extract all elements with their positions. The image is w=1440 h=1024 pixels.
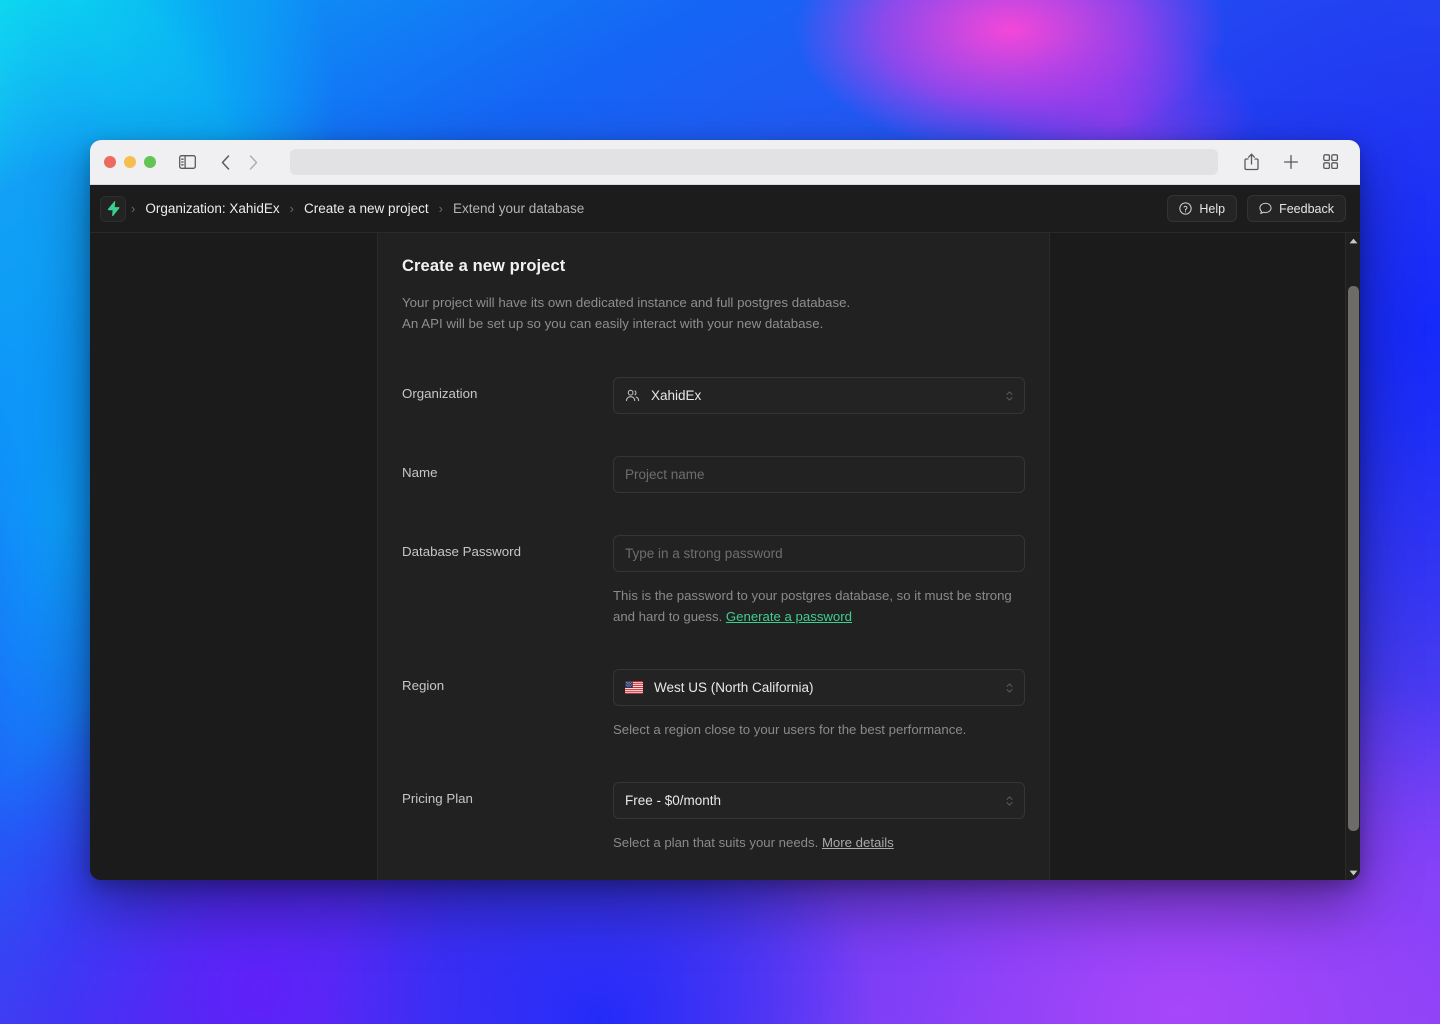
project-name-placeholder: Project name — [625, 467, 705, 482]
breadcrumb: › Organization: XahidEx › Create a new p… — [130, 201, 593, 216]
pricing-plan-helper: Select a plan that suits your needs. Mor… — [613, 832, 1013, 853]
breadcrumb-item-organization[interactable]: Organization: XahidEx — [136, 201, 288, 216]
chat-bubble-icon — [1259, 202, 1272, 215]
card-header: Create a new project Your project will h… — [378, 233, 1049, 356]
section-pricing-plan: Pricing Plan Free - $0/month — [378, 761, 1049, 874]
vertical-scrollbar[interactable] — [1345, 233, 1360, 880]
section-name: Name Project name — [378, 435, 1049, 514]
address-bar[interactable] — [290, 149, 1218, 175]
scrollbar-track[interactable] — [1346, 248, 1361, 865]
organization-value: XahidEx — [651, 388, 701, 403]
card-subtitle-line-1: Your project will have its own dedicated… — [402, 292, 1025, 313]
supabase-bolt-icon[interactable] — [100, 196, 126, 222]
us-flag-icon — [625, 681, 643, 694]
database-password-input[interactable]: Type in a strong password — [613, 535, 1025, 572]
maximize-window-button[interactable] — [144, 156, 156, 168]
card-subtitle-line-2: An API will be set up so you can easily … — [402, 313, 1025, 334]
section-database-password: Database Password Type in a strong passw… — [378, 514, 1049, 648]
pricing-plan-helper-text: Select a plan that suits your needs. — [613, 835, 822, 850]
tab-overview-icon[interactable] — [1318, 149, 1344, 175]
breadcrumb-item-extend-database[interactable]: Extend your database — [444, 201, 593, 216]
region-select[interactable]: West US (North California) — [613, 669, 1025, 706]
region-value: West US (North California) — [654, 680, 814, 695]
pricing-plan-body: Free - $0/month Select a plan that suits — [613, 782, 1025, 853]
desktop-background: › Organization: XahidEx › Create a new p… — [0, 0, 1440, 1024]
region-label: Region — [402, 669, 613, 693]
forward-icon[interactable] — [240, 149, 266, 175]
chevron-updown-icon — [1005, 681, 1014, 695]
close-window-button[interactable] — [104, 156, 116, 168]
pricing-plan-select[interactable]: Free - $0/month — [613, 782, 1025, 819]
name-body: Project name — [613, 456, 1025, 493]
toolbar-actions — [1238, 149, 1344, 175]
chevron-updown-icon — [1005, 794, 1014, 808]
database-password-helper: This is the password to your postgres da… — [613, 585, 1013, 627]
region-helper-text: Select a region close to your users for … — [613, 719, 1013, 740]
feedback-button-label: Feedback — [1279, 202, 1334, 216]
help-circle-icon — [1179, 202, 1192, 215]
organization-body: XahidEx — [613, 377, 1025, 414]
page-title: Create a new project — [402, 257, 1025, 276]
section-region: Region — [378, 648, 1049, 761]
more-details-link[interactable]: More details — [822, 835, 894, 850]
window-controls — [104, 156, 156, 168]
content-area: Create a new project Your project will h… — [90, 233, 1360, 880]
triangle-down-icon[interactable] — [1346, 865, 1361, 880]
region-body: West US (North California) Select a regi… — [613, 669, 1025, 740]
section-organization: Organization — [378, 356, 1049, 435]
right-gutter — [1050, 233, 1360, 880]
chevron-updown-icon — [1005, 389, 1014, 403]
back-icon[interactable] — [212, 149, 238, 175]
database-password-placeholder: Type in a strong password — [625, 546, 783, 561]
left-gutter — [90, 233, 377, 880]
app-header: › Organization: XahidEx › Create a new p… — [90, 185, 1360, 233]
project-name-input[interactable]: Project name — [613, 456, 1025, 493]
pricing-plan-value: Free - $0/month — [625, 793, 721, 808]
users-icon — [625, 388, 640, 403]
browser-window: › Organization: XahidEx › Create a new p… — [90, 140, 1360, 880]
card-subtitle: Your project will have its own dedicated… — [402, 292, 1025, 334]
breadcrumb-item-create-project[interactable]: Create a new project — [295, 201, 438, 216]
help-button-label: Help — [1199, 202, 1225, 216]
feedback-button[interactable]: Feedback — [1247, 195, 1346, 222]
card-footer: Cancel You can rename your project later… — [378, 874, 1049, 880]
browser-toolbar — [90, 140, 1360, 185]
database-password-label: Database Password — [402, 535, 613, 559]
center-column: Create a new project Your project will h… — [377, 233, 1050, 880]
generate-password-link[interactable]: Generate a password — [726, 609, 852, 624]
plus-icon[interactable] — [1278, 149, 1304, 175]
create-project-card: Create a new project Your project will h… — [377, 233, 1050, 880]
scrollbar-thumb[interactable] — [1348, 286, 1359, 831]
minimize-window-button[interactable] — [124, 156, 136, 168]
sidebar-toggle-icon[interactable] — [174, 149, 200, 175]
database-password-body: Type in a strong password This is the pa… — [613, 535, 1025, 627]
organization-select[interactable]: XahidEx — [613, 377, 1025, 414]
help-button[interactable]: Help — [1167, 195, 1237, 222]
share-icon[interactable] — [1238, 149, 1264, 175]
pricing-plan-label: Pricing Plan — [402, 782, 613, 806]
name-label: Name — [402, 456, 613, 480]
triangle-up-icon[interactable] — [1346, 233, 1361, 248]
organization-label: Organization — [402, 377, 613, 401]
